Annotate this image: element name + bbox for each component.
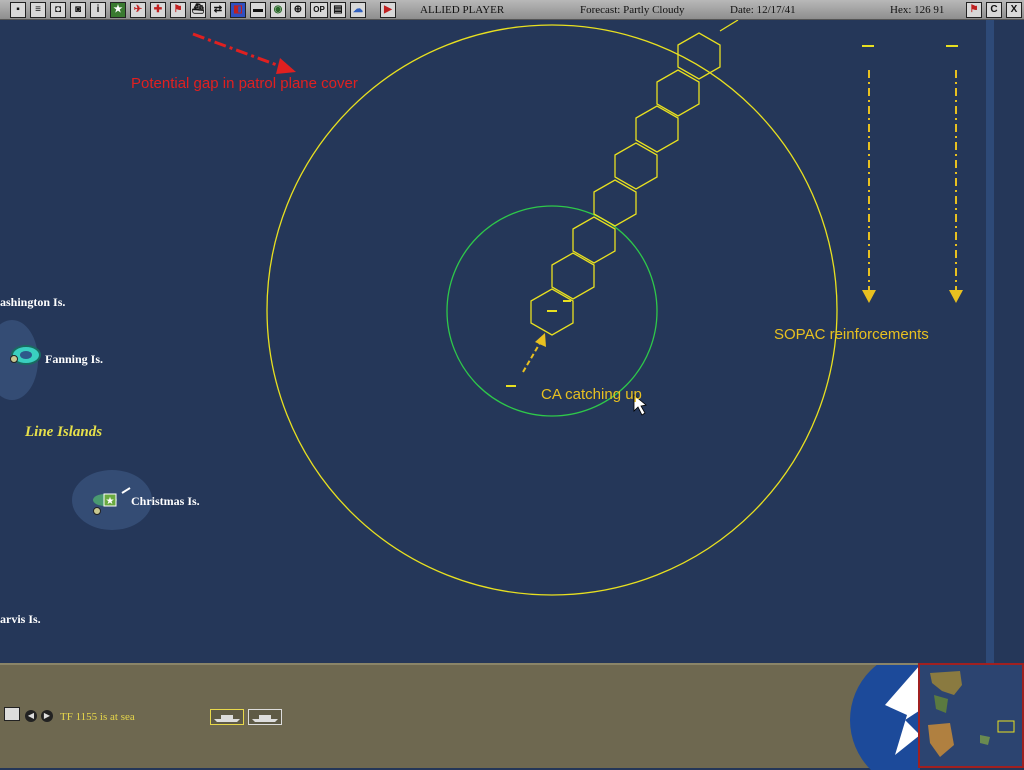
ocean-map[interactable]: ★ Potential gap in patrol plane cover SO… <box>0 20 1024 663</box>
previous-tf-icon[interactable]: ◀ <box>25 710 37 722</box>
jarvis-island-label: arvis Is. <box>0 612 41 626</box>
aircraft-red-icon[interactable]: ✈ <box>130 2 146 18</box>
svg-text:★: ★ <box>106 496 115 507</box>
ship-silhouette-icon <box>252 715 278 722</box>
end-turn-icon[interactable]: ▶ <box>380 2 396 18</box>
tf-ship-button[interactable] <box>248 709 282 725</box>
sopac-arrows <box>868 70 957 292</box>
sopac-ship <box>946 45 958 47</box>
line-islands-label: Line Islands <box>25 424 103 440</box>
fanning-island-label: Fanning Is. <box>45 352 104 366</box>
flag-toggle-icon[interactable]: ⚑ <box>966 2 982 18</box>
units-icon[interactable]: ◘ <box>50 2 66 18</box>
op-button-icon[interactable]: OP <box>310 2 328 18</box>
patrol-gap-arrow <box>192 32 296 74</box>
bottom-panel: ◀ ▶ TF 1155 is at sea <box>0 663 1024 770</box>
player-label: ALLIED PLAYER <box>420 4 505 16</box>
star-icon[interactable]: ★ <box>110 2 126 18</box>
c-button[interactable]: C <box>986 2 1002 18</box>
forecast-label: Forecast: Partly Cloudy <box>580 4 685 16</box>
top-toolbar: ▪ ≡ ◘ ◙ i ★ ✈ ✚ ⚑ ⛴ ⇄ ◧ ▬ ◉ ⊕ OP ▤ ☁ ▶ A… <box>0 0 1024 20</box>
hex-label: Hex: 126 91 <box>890 4 945 16</box>
ship-silhouette-icon <box>214 715 240 722</box>
list-icon[interactable]: ▤ <box>330 2 346 18</box>
globe-icon[interactable]: ◉ <box>270 2 286 18</box>
ship-icon[interactable]: ⛴ <box>190 2 206 18</box>
report-icon[interactable]: ≡ <box>30 2 46 18</box>
sopac-ship <box>862 45 874 47</box>
map-mode-icon[interactable]: ◧ <box>230 2 246 18</box>
movement-hex-path <box>530 20 739 336</box>
weather-icon[interactable]: ☁ <box>350 2 366 18</box>
allied-star-emblem-icon <box>850 665 920 770</box>
tf-ship-button-selected[interactable] <box>210 709 244 725</box>
ca-catching-arrow <box>522 333 546 373</box>
groups-icon[interactable]: ◙ <box>70 2 86 18</box>
minimap[interactable] <box>918 663 1024 768</box>
tf-status-text: TF 1155 is at sea <box>60 711 135 723</box>
tf-ship-icon[interactable] <box>4 707 20 721</box>
minimap-world <box>920 665 1022 766</box>
sopac-annotation: SOPAC reinforcements <box>774 326 929 343</box>
info-icon[interactable]: i <box>90 2 106 18</box>
zoom-icon[interactable]: ⊕ <box>290 2 306 18</box>
task-force-ship <box>563 300 571 302</box>
ca-catching-annotation: CA catching up <box>541 386 642 403</box>
washington-island-label: ashington Is. <box>0 295 66 309</box>
fanning-island-shape <box>0 320 41 400</box>
fleet-icon[interactable]: ▬ <box>250 2 266 18</box>
christmas-island-label: Christmas Is. <box>131 494 200 508</box>
patrol-gap-annotation: Potential gap in patrol plane cover <box>131 75 358 92</box>
aircraft-icon[interactable]: ✚ <box>150 2 166 18</box>
base-icon <box>93 507 101 515</box>
transfer-icon[interactable]: ⇄ <box>210 2 226 18</box>
close-button[interactable]: X <box>1006 2 1022 18</box>
flag-icon[interactable]: ⚑ <box>170 2 186 18</box>
date-label: Date: 12/17/41 <box>730 4 796 16</box>
base-icon <box>10 355 18 363</box>
task-force-ship <box>547 310 557 312</box>
next-tf-icon[interactable]: ▶ <box>41 710 53 722</box>
save-icon[interactable]: ▪ <box>10 2 26 18</box>
map-edge-strip <box>986 20 994 663</box>
ca-ship <box>506 385 516 387</box>
